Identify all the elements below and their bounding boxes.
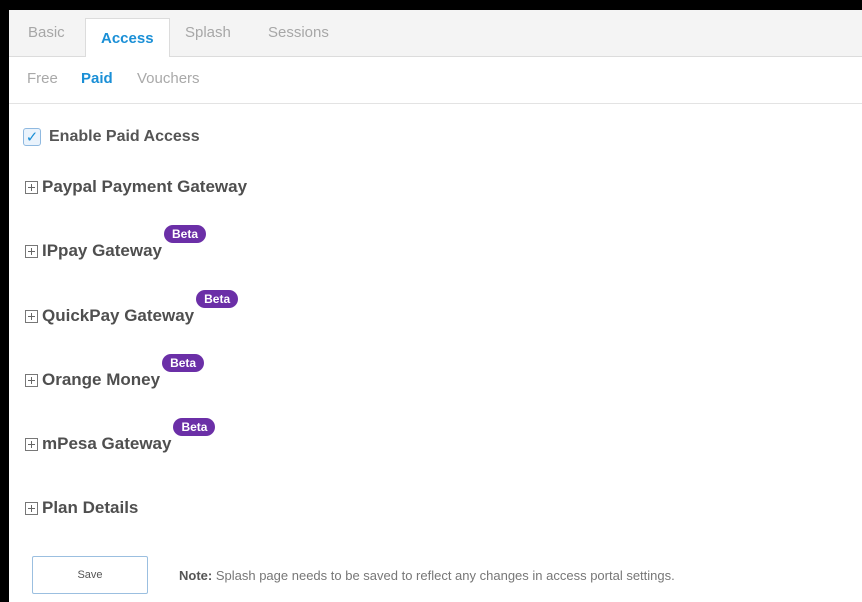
section-label: Orange Money Beta (42, 354, 205, 390)
section-paypal-gateway[interactable]: Paypal Payment Gateway (25, 177, 247, 197)
section-ippay-gateway[interactable]: IPpay Gateway Beta (25, 225, 207, 261)
beta-badge: Beta (162, 354, 205, 372)
section-orange-money[interactable]: Orange Money Beta (25, 354, 205, 390)
plus-box-icon[interactable] (25, 373, 38, 387)
plus-box-icon[interactable] (25, 309, 38, 323)
section-quickpay-gateway[interactable]: QuickPay Gateway Beta (25, 290, 239, 326)
beta-badge: Beta (164, 225, 207, 243)
portal-settings-panel: Basic Access Splash Sessions Free Paid V… (9, 10, 862, 602)
save-note: Note: Splash page needs to be saved to r… (179, 568, 675, 583)
main-tab-bar: Basic Access Splash Sessions (9, 10, 862, 57)
section-label: IPpay Gateway Beta (42, 225, 207, 261)
beta-badge: Beta (173, 418, 216, 436)
beta-badge: Beta (196, 290, 239, 308)
section-mpesa-gateway[interactable]: mPesa Gateway Beta (25, 418, 216, 454)
subtab-free[interactable]: Free (27, 70, 58, 87)
plus-box-icon[interactable] (25, 501, 38, 515)
plus-box-icon[interactable] (25, 437, 38, 451)
enable-paid-access-row[interactable]: ✓ Enable Paid Access (23, 128, 200, 146)
tab-splash[interactable]: Splash (185, 24, 231, 41)
subtab-vouchers[interactable]: Vouchers (137, 70, 200, 87)
enable-paid-access-label: Enable Paid Access (49, 128, 200, 145)
access-sub-tab-bar: Free Paid Vouchers (9, 57, 862, 104)
section-label: Plan Details (42, 498, 139, 517)
tab-basic[interactable]: Basic (28, 24, 65, 41)
note-label: Note: (179, 568, 213, 583)
section-label: mPesa Gateway Beta (42, 418, 216, 454)
section-label: Paypal Payment Gateway (42, 177, 248, 196)
enable-paid-access-checkbox[interactable]: ✓ (23, 128, 41, 146)
subtab-paid[interactable]: Paid (81, 70, 113, 87)
check-icon: ✓ (25, 129, 39, 146)
tab-sessions[interactable]: Sessions (268, 24, 329, 41)
plus-box-icon[interactable] (25, 180, 38, 194)
section-label: QuickPay Gateway Beta (42, 290, 239, 326)
save-button[interactable]: Save (32, 556, 148, 594)
section-plan-details[interactable]: Plan Details (25, 498, 138, 518)
tab-access[interactable]: Access (85, 18, 170, 57)
plus-box-icon[interactable] (25, 244, 38, 258)
note-text: Splash page needs to be saved to reflect… (215, 568, 675, 583)
